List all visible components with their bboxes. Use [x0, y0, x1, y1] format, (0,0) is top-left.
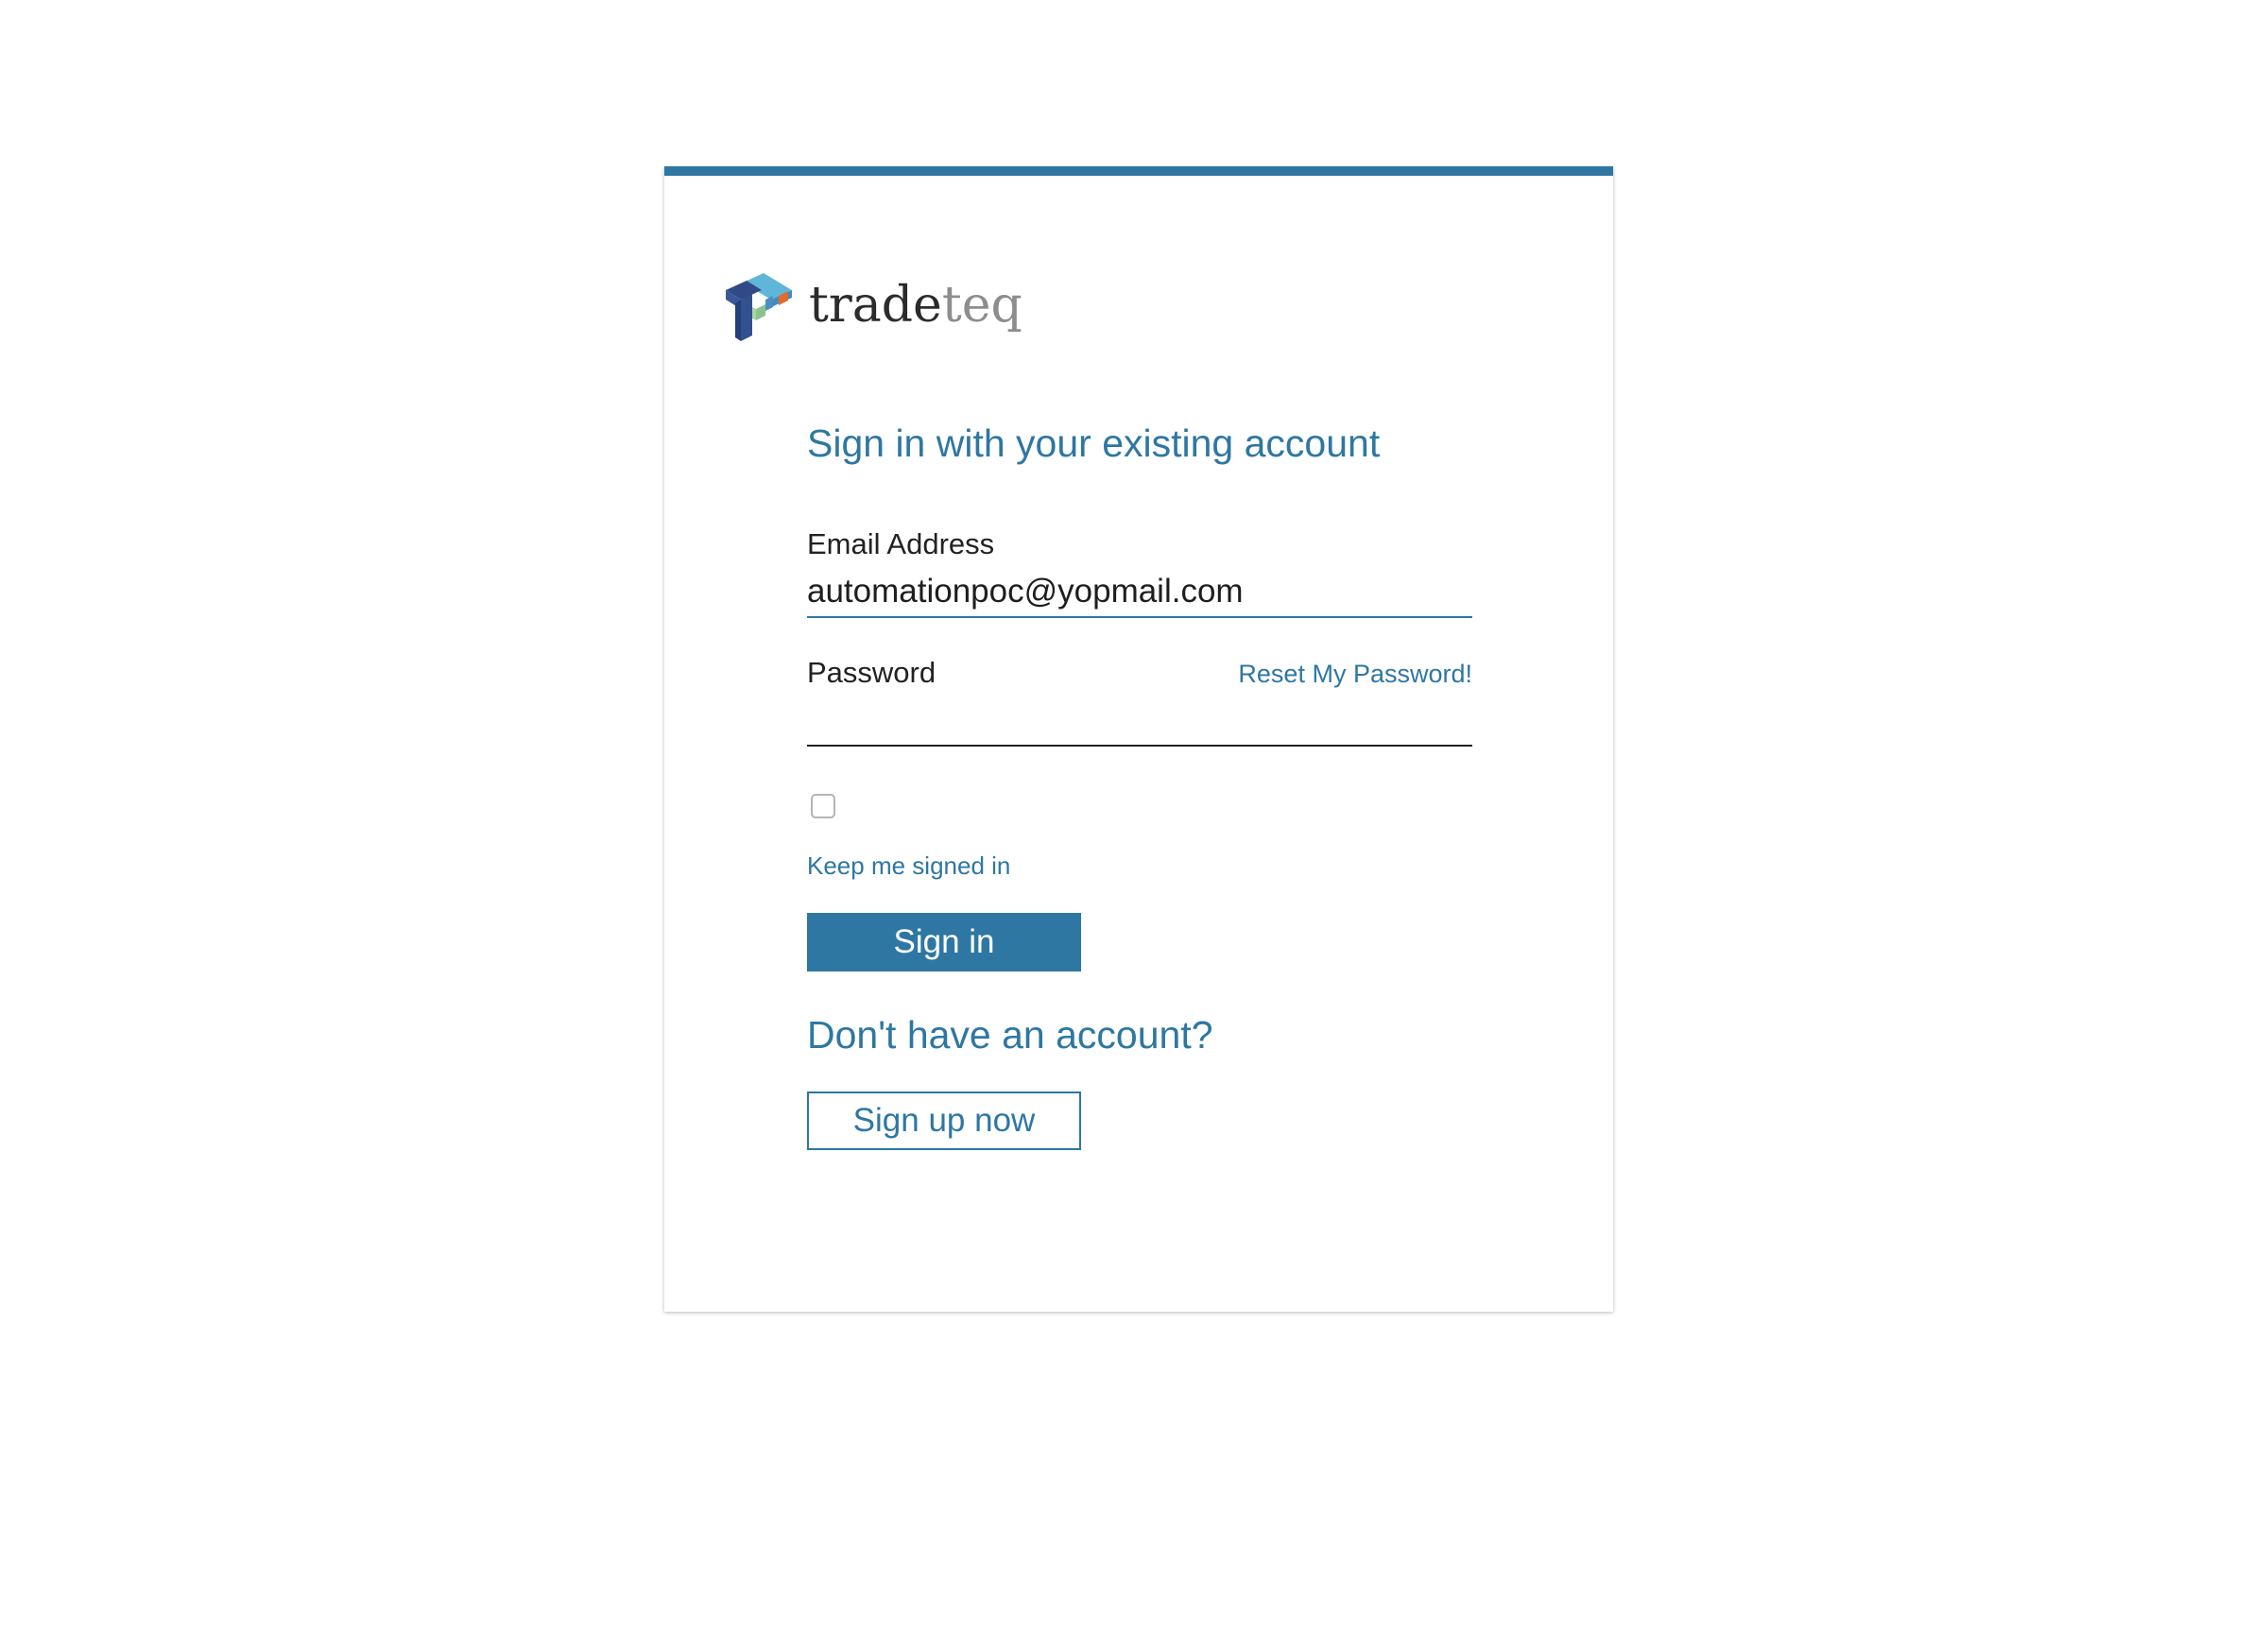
tradeteq-logo-icon: [726, 273, 792, 341]
brand-name-teq: teq: [941, 277, 1022, 334]
brand-name-trade: trade: [809, 277, 942, 334]
password-field[interactable]: [807, 696, 1472, 747]
reset-password-link[interactable]: Reset My Password!: [1238, 660, 1472, 689]
signin-heading: Sign in with your existing account: [807, 421, 1381, 465]
email-label: Email Address: [807, 527, 995, 560]
keep-signed-in-label[interactable]: Keep me signed in: [807, 851, 1010, 881]
signup-heading: Don't have an account?: [807, 1013, 1213, 1057]
signin-card: tradeteq Sign in with your existing acco…: [664, 166, 1613, 1312]
brand-wordmark: tradeteq: [809, 281, 1022, 330]
sign-up-button[interactable]: Sign up now: [807, 1092, 1081, 1150]
keep-signed-in-checkbox[interactable]: [811, 794, 835, 818]
tradeteq-logo: tradeteq: [724, 271, 1022, 343]
sign-in-button[interactable]: Sign in: [807, 913, 1081, 971]
password-label: Password: [807, 656, 936, 689]
email-field[interactable]: [807, 567, 1472, 618]
